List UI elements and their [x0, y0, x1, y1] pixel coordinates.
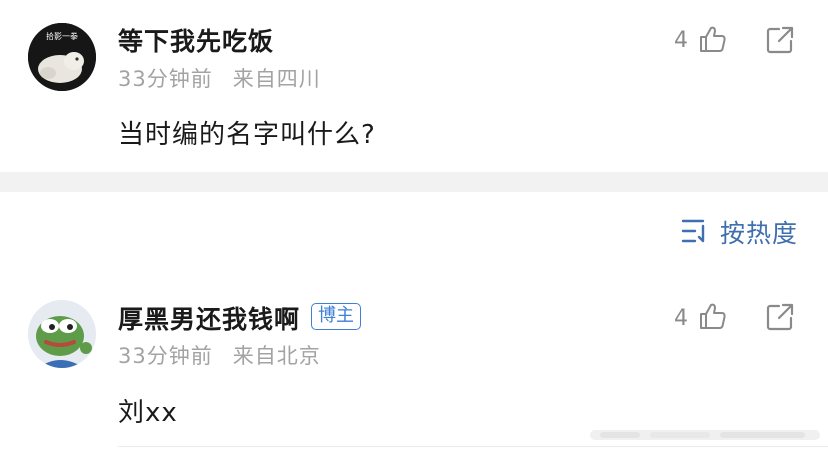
- comment-item: 厚黑男还我钱啊 博主 33分钟前 来自北京 刘xx 4: [0, 276, 828, 451]
- comment-text: 刘xx: [118, 398, 178, 428]
- share-icon[interactable]: [765, 25, 795, 55]
- sort-label[interactable]: 按热度: [720, 214, 798, 250]
- avatar[interactable]: [28, 300, 96, 368]
- thumbs-up-icon[interactable]: [697, 24, 727, 54]
- comment-meta: 33分钟前 来自四川: [118, 63, 321, 93]
- thumbs-up-icon[interactable]: [697, 301, 727, 331]
- like-count: 4: [674, 28, 688, 53]
- comment-item: 拾影一拳 等下我先吃饭 33分钟前 来自四川 当时编的名字叫什么? 4: [0, 0, 828, 172]
- avatar[interactable]: 拾影一拳: [28, 23, 96, 91]
- like-count: 4: [674, 306, 688, 331]
- comment-meta: 33分钟前 来自北京: [118, 340, 321, 370]
- username[interactable]: 等下我先吃饭: [118, 22, 274, 58]
- comment-time: 33分钟前: [118, 67, 213, 91]
- share-icon[interactable]: [765, 302, 795, 332]
- watermark-graphic: [590, 430, 820, 440]
- comment-time: 33分钟前: [118, 344, 213, 368]
- avatar-text: 拾影一拳: [46, 31, 78, 41]
- username[interactable]: 厚黑男还我钱啊: [118, 300, 300, 336]
- row-divider: [118, 446, 828, 447]
- author-badge: 博主: [311, 303, 361, 330]
- comment-location: 来自北京: [232, 344, 321, 368]
- comment-text: 当时编的名字叫什么?: [118, 120, 376, 150]
- comment-location: 来自四川: [232, 67, 321, 91]
- sort-icon[interactable]: [681, 218, 711, 244]
- sort-bar: 按热度: [0, 192, 828, 276]
- section-divider: [0, 172, 828, 192]
